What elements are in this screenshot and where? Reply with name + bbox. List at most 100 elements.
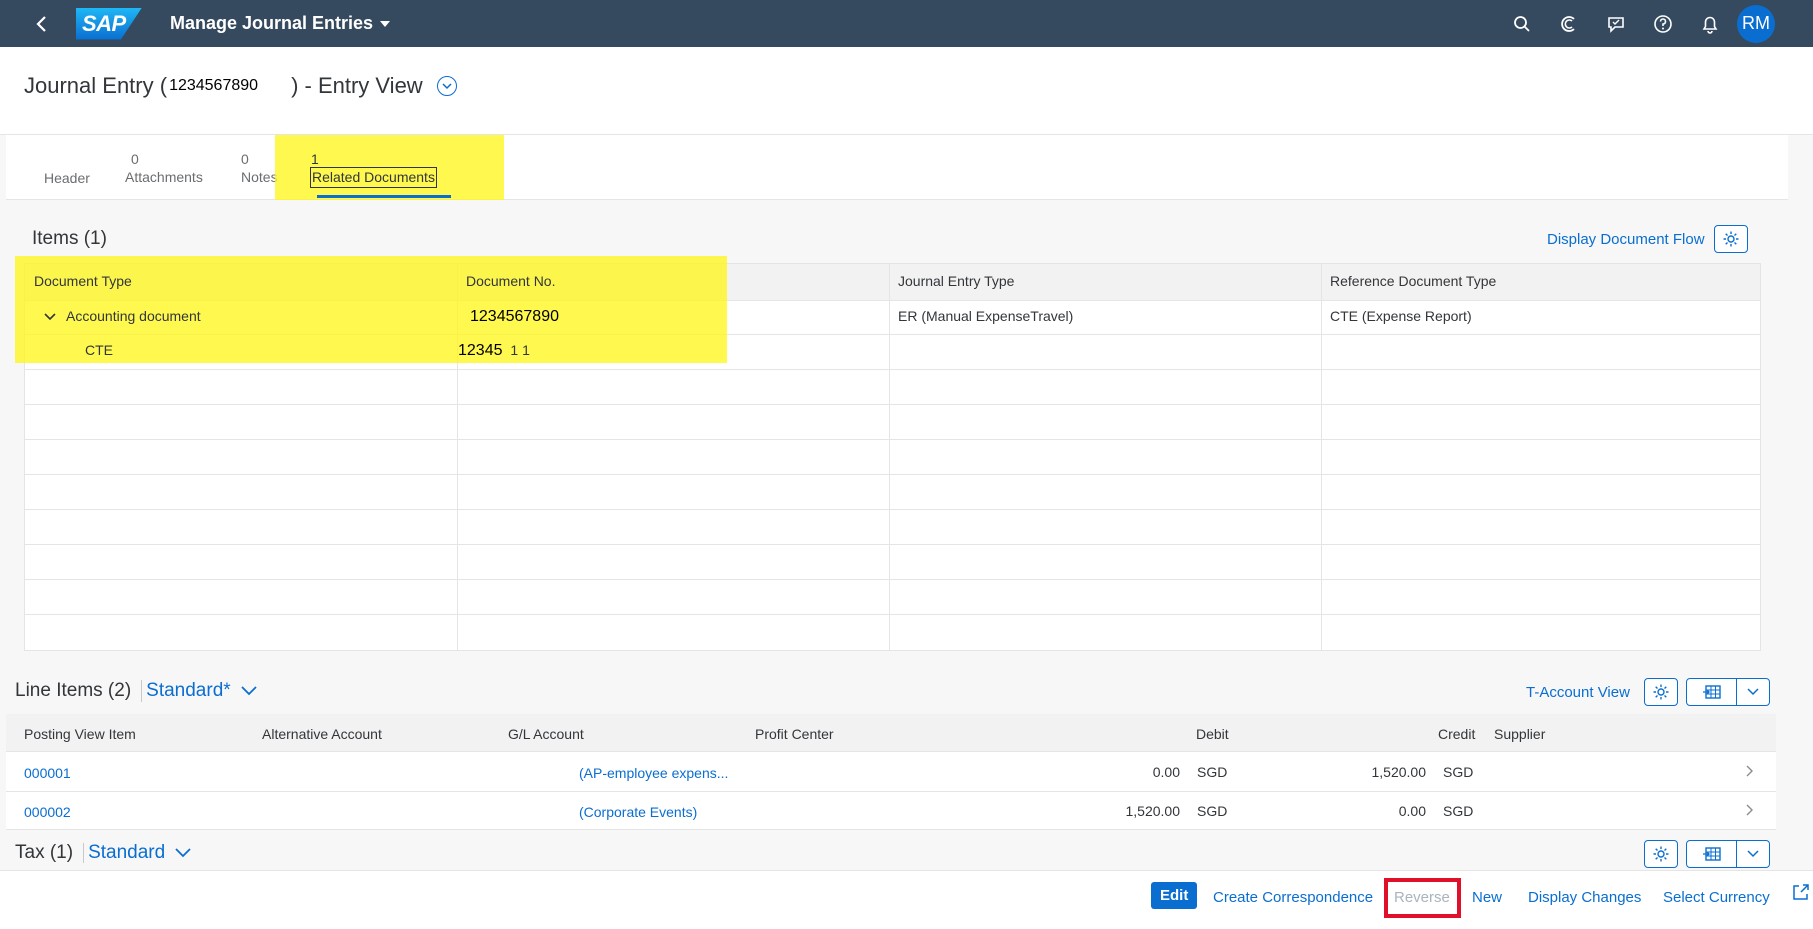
back-icon xyxy=(36,15,46,32)
cell-posting-item[interactable]: 000002 xyxy=(24,804,71,820)
sap-logo-text: SAP xyxy=(82,10,126,36)
title-doc-number: 1234567890 xyxy=(169,77,259,94)
export-menu-arrow[interactable] xyxy=(1737,841,1769,867)
notifications-button[interactable] xyxy=(1686,0,1733,47)
chevron-right-icon xyxy=(1746,765,1753,777)
cell-debit: 0.00 xyxy=(1152,764,1180,780)
chevron-down-icon[interactable] xyxy=(44,308,56,324)
copilot-button[interactable] xyxy=(1545,0,1592,47)
cell-posting-item[interactable]: 000001 xyxy=(24,765,71,781)
cell-debit-currency: SGD xyxy=(1197,764,1228,780)
tax-export-button[interactable] xyxy=(1686,840,1770,868)
line-items-settings-button[interactable] xyxy=(1644,678,1678,706)
export-spreadsheet-icon xyxy=(1702,685,1721,699)
line-items-title: Line Items (2) xyxy=(15,680,132,701)
display-document-flow-link[interactable]: Display Document Flow xyxy=(1547,231,1705,248)
col-header-document-type[interactable]: Document Type xyxy=(34,273,132,289)
line-items-toolbar: Line Items (2) Standard* xyxy=(15,680,257,702)
export-button[interactable] xyxy=(1687,679,1737,705)
t-account-view-link[interactable]: T-Account View xyxy=(1526,684,1630,701)
avatar-initials: RM xyxy=(1742,13,1770,33)
new-button[interactable]: New xyxy=(1472,889,1502,906)
col-header-credit[interactable]: Credit xyxy=(1438,726,1475,742)
gear-icon xyxy=(1723,231,1739,247)
export-button[interactable] xyxy=(1687,841,1737,867)
cell-doc-no-child-suffix: 1 1 xyxy=(510,342,530,358)
variant-label: Standard* xyxy=(146,680,231,701)
tax-variant-label: Standard xyxy=(88,842,166,863)
notifications-icon xyxy=(1702,16,1717,34)
footer-toolbar: Edit Create Correspondence Reverse New D… xyxy=(0,870,1813,929)
chevron-down-icon xyxy=(175,848,191,858)
active-tab-indicator xyxy=(317,195,451,198)
feedback-button[interactable] xyxy=(1592,0,1639,47)
chevron-down-icon xyxy=(1747,688,1759,696)
export-menu-arrow[interactable] xyxy=(1737,679,1769,705)
back-button[interactable] xyxy=(20,0,64,47)
title-suffix: ) - Entry View xyxy=(291,73,423,98)
items-settings-button[interactable] xyxy=(1714,225,1748,253)
cell-ref-type: CTE (Expense Report) xyxy=(1330,308,1472,324)
cell-doc-no-child-value: 12345 xyxy=(458,342,503,359)
col-header-reference-document-type[interactable]: Reference Document Type xyxy=(1330,273,1496,289)
items-title: Items (1) xyxy=(32,228,107,249)
app-title: Manage Journal Entries xyxy=(170,13,374,33)
tab-related-label: Related Documents xyxy=(310,167,437,188)
col-header-alternative-account[interactable]: Alternative Account xyxy=(262,726,382,742)
shell-bar: SAP Manage Journal Entries RM xyxy=(0,0,1813,47)
sap-logo[interactable]: SAP xyxy=(76,7,142,40)
table-row[interactable]: Accounting document xyxy=(44,308,201,324)
share-button[interactable] xyxy=(1792,883,1810,904)
tab-related-documents[interactable]: 1 Related Documents xyxy=(310,151,437,188)
select-currency-button[interactable]: Select Currency xyxy=(1663,889,1770,906)
export-spreadsheet-icon xyxy=(1702,847,1721,861)
search-button[interactable] xyxy=(1498,0,1545,47)
user-avatar[interactable]: RM xyxy=(1737,4,1775,43)
line-items-variant-selector[interactable]: Standard* xyxy=(146,680,257,702)
col-header-profit-center[interactable]: Profit Center xyxy=(755,726,834,742)
help-button[interactable] xyxy=(1639,0,1686,47)
section-tabs-overlay: 1 Related Documents xyxy=(6,135,1788,200)
display-changes-button[interactable]: Display Changes xyxy=(1528,889,1641,906)
col-header-document-no[interactable]: Document No. xyxy=(466,273,555,289)
title-prefix: Journal Entry ( xyxy=(24,73,168,98)
gear-icon xyxy=(1653,846,1669,862)
copilot-icon xyxy=(1560,15,1575,32)
tax-toolbar: Tax (1) Standard xyxy=(15,842,191,864)
create-correspondence-button[interactable]: Create Correspondence xyxy=(1213,889,1373,906)
cell-doc-type: Accounting document xyxy=(66,308,201,324)
col-header-debit[interactable]: Debit xyxy=(1196,726,1229,742)
cell-debit: 1,520.00 xyxy=(1125,803,1181,819)
chevron-down-icon xyxy=(442,82,452,89)
chevron-down-icon xyxy=(1747,850,1759,858)
app-title-menu[interactable]: Manage Journal Entries xyxy=(170,13,391,34)
expand-header-button[interactable] xyxy=(436,76,457,96)
edit-button[interactable]: Edit xyxy=(1151,882,1198,909)
col-header-posting-view-item[interactable]: Posting View Item xyxy=(24,726,136,742)
cell-gl-account[interactable]: (Corporate Events) xyxy=(579,804,697,820)
chevron-right-icon xyxy=(1746,804,1753,816)
annotation-red-box xyxy=(1384,878,1461,918)
share-icon xyxy=(1793,884,1809,900)
col-header-gl-account[interactable]: G/L Account xyxy=(508,726,584,742)
col-header-supplier[interactable]: Supplier xyxy=(1494,726,1545,742)
line-items-export-button[interactable] xyxy=(1686,678,1770,706)
tax-settings-button[interactable] xyxy=(1644,840,1678,868)
cell-doc-no-child: 12345 1 1 xyxy=(458,342,530,360)
cell-credit: 1,520.00 xyxy=(1371,764,1427,780)
tax-variant-selector[interactable]: Standard xyxy=(88,842,191,864)
cell-credit-currency: SGD xyxy=(1443,803,1474,819)
col-header-journal-entry-type[interactable]: Journal Entry Type xyxy=(898,273,1014,289)
cell-credit-currency: SGD xyxy=(1443,764,1474,780)
row-navigation-button[interactable] xyxy=(1746,764,1754,780)
caret-down-icon xyxy=(380,20,391,27)
search-icon xyxy=(1513,15,1530,32)
tax-title: Tax (1) xyxy=(15,842,74,863)
gear-icon xyxy=(1653,684,1669,700)
cell-credit: 0.00 xyxy=(1398,803,1426,819)
cell-doc-type-child: CTE xyxy=(85,342,113,358)
cell-gl-account[interactable]: (AP-employee expens... xyxy=(579,765,728,781)
row-navigation-button[interactable] xyxy=(1746,803,1754,819)
page-title: Journal Entry ( 1234567890 ) - Entry Vie… xyxy=(24,73,457,99)
cell-debit-currency: SGD xyxy=(1197,803,1228,819)
